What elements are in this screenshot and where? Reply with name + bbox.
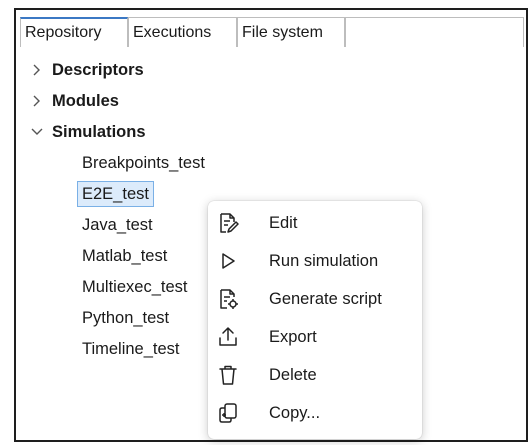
menu-item-label: Run simulation [269, 252, 379, 270]
tree-item-label: Matlab_test [82, 247, 168, 265]
tree-folder-label: Simulations [52, 123, 146, 141]
copy-icon [219, 403, 237, 423]
menu-item-delete[interactable]: Delete [208, 356, 422, 394]
chevron-right-icon[interactable] [30, 57, 44, 83]
trash-icon [219, 365, 237, 385]
play-icon [222, 253, 235, 269]
tree-item-timeline-test[interactable]: Timeline_test [82, 336, 180, 362]
chevron-down-icon[interactable] [30, 119, 44, 145]
tree-item-multiexec-test[interactable]: Multiexec_test [82, 274, 187, 300]
menu-item-label: Export [269, 328, 317, 346]
tree-item-label: Python_test [82, 309, 170, 327]
edit-document-icon [220, 213, 239, 233]
export-upload-icon [219, 327, 237, 346]
tree-item-label: Java_test [82, 216, 153, 234]
script-gear-icon [220, 289, 238, 309]
tree-item-java-test[interactable]: Java_test [82, 212, 153, 238]
tree-item-label: Timeline_test [82, 340, 180, 358]
chevron-right-icon[interactable] [30, 88, 44, 114]
tree-item-matlab-test[interactable]: Matlab_test [82, 243, 167, 269]
tree-item-breakpoints-test[interactable]: Breakpoints_test [82, 150, 205, 176]
tree-item-e2e-test[interactable]: E2E_test [77, 181, 154, 207]
menu-item-export[interactable]: Export [208, 318, 422, 356]
menu-item-label: Delete [269, 366, 317, 384]
menu-item-edit[interactable]: Edit [208, 204, 422, 242]
menu-item-copy[interactable]: Copy... [208, 394, 422, 432]
menu-item-label: Copy... [269, 404, 321, 422]
tree-folder-label: Modules [52, 92, 119, 110]
context-menu: Edit Run simulation Generate script Expo… [208, 201, 422, 439]
tree-item-label: Breakpoints_test [82, 154, 205, 172]
tree-item-label: E2E_test [82, 185, 149, 203]
menu-item-generate-script[interactable]: Generate script [208, 280, 422, 318]
tree-folder-label: Descriptors [52, 61, 144, 79]
tree-item-python-test[interactable]: Python_test [82, 305, 169, 331]
menu-item-label: Generate script [269, 290, 382, 308]
menu-item-run-simulation[interactable]: Run simulation [208, 242, 422, 280]
tree-item-label: Multiexec_test [82, 278, 188, 296]
menu-item-label: Edit [269, 214, 298, 232]
